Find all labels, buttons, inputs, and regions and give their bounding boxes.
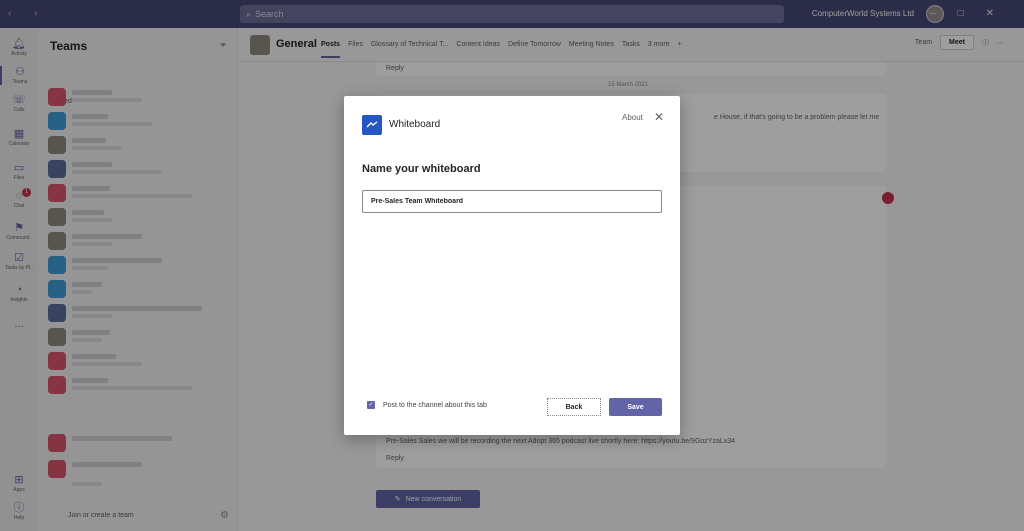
whiteboard-dialog: Whiteboard About ✕ Name your whiteboard … [344,96,680,435]
whiteboard-logo-icon [362,115,382,135]
save-button[interactable]: Save [609,398,662,416]
dialog-app-title: Whiteboard [389,119,441,130]
about-link[interactable]: About [622,113,643,122]
whiteboard-name-input[interactable] [362,190,662,213]
post-to-channel-option[interactable]: ✓ Post to the channel about this tab [367,401,487,409]
close-icon[interactable]: ✕ [654,110,664,124]
checkbox[interactable]: ✓ [367,401,375,409]
back-button[interactable]: Back [547,398,601,416]
dialog-heading: Name your whiteboard [362,163,481,175]
checkbox-label: Post to the channel about this tab [383,401,487,409]
